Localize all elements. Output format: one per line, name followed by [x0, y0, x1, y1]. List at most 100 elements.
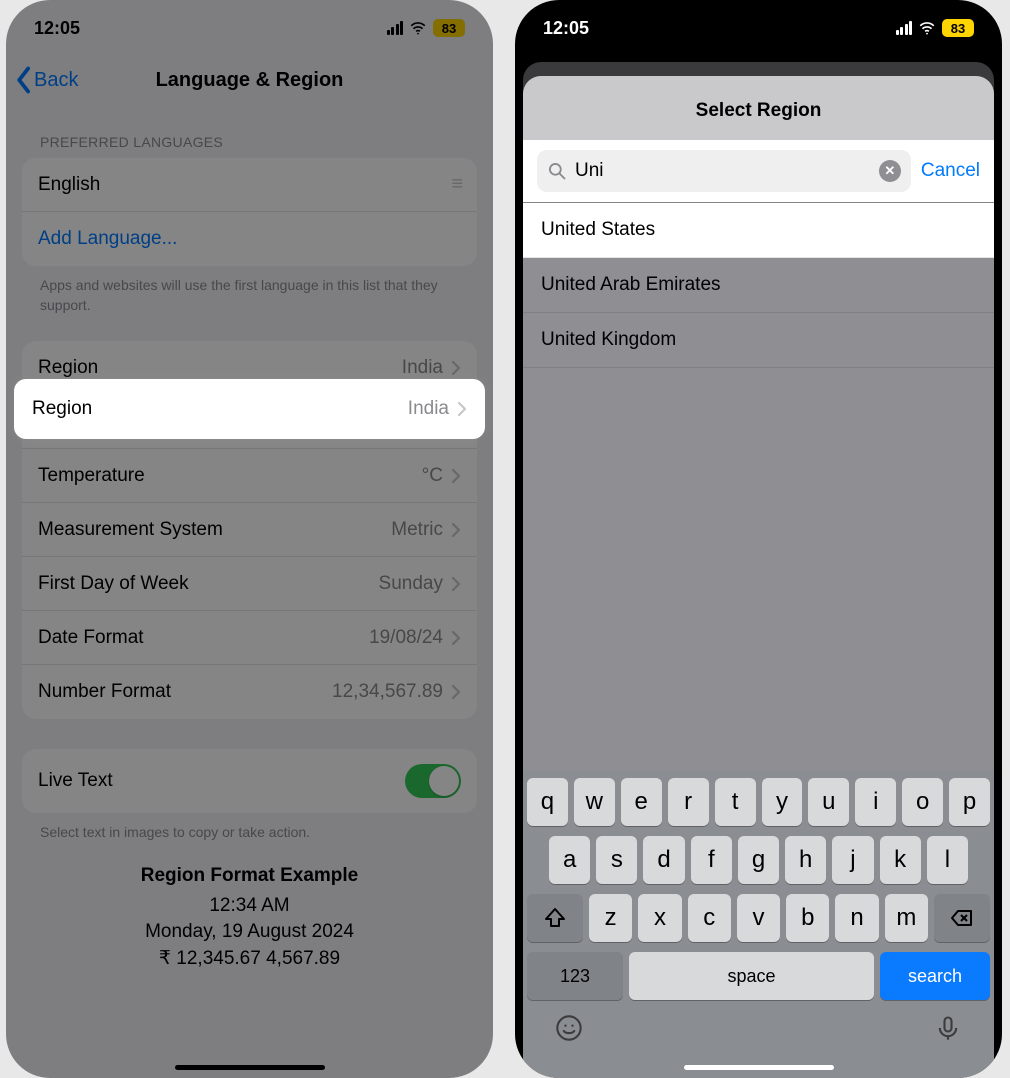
screenshot-select-region: 12:05 83 Select Region Uni ✕ Cancel — [515, 0, 1002, 1078]
example-numbers: ₹ 12,345.67 4,567.89 — [22, 946, 477, 973]
nav-bar: Back Language & Region — [6, 52, 493, 108]
home-indicator[interactable] — [175, 1065, 325, 1070]
chevron-right-icon — [451, 684, 461, 700]
key-shift[interactable] — [527, 894, 583, 942]
back-button[interactable]: Back — [14, 66, 78, 94]
clear-search-icon[interactable]: ✕ — [879, 160, 901, 182]
screenshot-language-region: 12:05 83 Back Language & Region PREFERRE… — [6, 0, 493, 1078]
kb-row-4: 123 space search — [527, 952, 990, 1000]
language-label: English — [38, 174, 100, 196]
status-bar: 12:05 83 — [515, 0, 1002, 52]
key-a[interactable]: a — [549, 836, 590, 884]
key-m[interactable]: m — [885, 894, 928, 942]
add-language-label: Add Language... — [38, 228, 177, 250]
key-h[interactable]: h — [785, 836, 826, 884]
result-item[interactable]: United Arab Emirates — [523, 258, 994, 313]
chevron-right-icon — [451, 630, 461, 646]
key-w[interactable]: w — [574, 778, 615, 826]
live-text-group: Live Text — [22, 749, 477, 813]
wifi-icon — [918, 19, 936, 37]
status-time: 12:05 — [34, 18, 80, 39]
live-text-footer: Select text in images to copy or take ac… — [22, 813, 477, 843]
page-title: Language & Region — [156, 69, 344, 92]
backspace-icon — [950, 906, 974, 930]
kb-bottom-row — [527, 1000, 990, 1068]
back-label: Back — [34, 69, 78, 92]
language-row[interactable]: English ≡ — [22, 158, 477, 212]
result-item[interactable]: United Kingdom — [523, 313, 994, 368]
highlight-label: Region — [32, 398, 92, 420]
highlight-row-region[interactable]: Region India — [14, 379, 485, 439]
key-i[interactable]: i — [855, 778, 896, 826]
key-space[interactable]: space — [629, 952, 874, 1000]
key-123[interactable]: 123 — [527, 952, 623, 1000]
chevron-right-icon — [451, 468, 461, 484]
mic-icon[interactable] — [934, 1014, 962, 1042]
add-language-button[interactable]: Add Language... — [22, 212, 477, 266]
key-e[interactable]: e — [621, 778, 662, 826]
key-k[interactable]: k — [880, 836, 921, 884]
section-header-preferred: PREFERRED LANGUAGES — [22, 108, 477, 158]
example-title: Region Format Example — [22, 865, 477, 887]
live-text-toggle[interactable] — [405, 764, 461, 798]
preferred-footer: Apps and websites will use the first lan… — [22, 266, 477, 315]
result-item[interactable]: United States — [523, 203, 994, 258]
reorder-handle-icon[interactable]: ≡ — [451, 173, 461, 196]
example-time: 12:34 AM — [22, 893, 477, 920]
chevron-right-icon — [451, 576, 461, 592]
search-query: Uni — [575, 160, 871, 182]
key-o[interactable]: o — [902, 778, 943, 826]
key-s[interactable]: s — [596, 836, 637, 884]
battery-icon: 83 — [433, 19, 465, 37]
chevron-left-icon — [14, 66, 32, 94]
chevron-right-icon — [451, 522, 461, 538]
key-j[interactable]: j — [832, 836, 873, 884]
key-t[interactable]: t — [715, 778, 756, 826]
key-d[interactable]: d — [643, 836, 684, 884]
key-f[interactable]: f — [691, 836, 732, 884]
key-c[interactable]: c — [688, 894, 731, 942]
status-bar: 12:05 83 — [6, 0, 493, 52]
kb-row-3: z x c v b n m — [527, 894, 990, 942]
row-live-text: Live Text — [22, 749, 477, 813]
key-backspace[interactable] — [934, 894, 990, 942]
key-q[interactable]: q — [527, 778, 568, 826]
cellular-icon — [896, 21, 913, 35]
key-g[interactable]: g — [738, 836, 779, 884]
chevron-right-icon — [457, 401, 467, 417]
key-r[interactable]: r — [668, 778, 709, 826]
row-number-format[interactable]: Number Format 12,34,567.89 — [22, 665, 477, 719]
wifi-icon — [409, 19, 427, 37]
row-date-format[interactable]: Date Format 19/08/24 — [22, 611, 477, 665]
chevron-right-icon — [451, 360, 461, 376]
kb-row-1: q w e r t y u i o p — [527, 778, 990, 826]
search-icon — [547, 161, 567, 181]
search-row: Uni ✕ Cancel — [523, 140, 994, 202]
home-indicator[interactable] — [684, 1065, 834, 1070]
keyboard[interactable]: q w e r t y u i o p a s d f g h — [523, 770, 994, 1078]
sheet-title: Select Region — [523, 76, 994, 140]
row-first-day[interactable]: First Day of Week Sunday — [22, 557, 477, 611]
row-measurement[interactable]: Measurement System Metric — [22, 503, 477, 557]
cancel-button[interactable]: Cancel — [921, 160, 980, 182]
status-time: 12:05 — [543, 18, 589, 39]
key-b[interactable]: b — [786, 894, 829, 942]
preferred-languages-group: English ≡ Add Language... — [22, 158, 477, 266]
search-input[interactable]: Uni ✕ — [537, 150, 911, 192]
kb-row-2: a s d f g h j k l — [527, 836, 990, 884]
key-search[interactable]: search — [880, 952, 990, 1000]
key-x[interactable]: x — [638, 894, 681, 942]
key-p[interactable]: p — [949, 778, 990, 826]
emoji-icon[interactable] — [555, 1014, 583, 1042]
key-n[interactable]: n — [835, 894, 878, 942]
example-date: Monday, 19 August 2024 — [22, 919, 477, 946]
key-u[interactable]: u — [808, 778, 849, 826]
region-format-example: Region Format Example 12:34 AM Monday, 1… — [22, 843, 477, 973]
row-temperature[interactable]: Temperature °C — [22, 449, 477, 503]
key-z[interactable]: z — [589, 894, 632, 942]
key-v[interactable]: v — [737, 894, 780, 942]
key-y[interactable]: y — [762, 778, 803, 826]
battery-icon: 83 — [942, 19, 974, 37]
key-l[interactable]: l — [927, 836, 968, 884]
shift-icon — [543, 906, 567, 930]
